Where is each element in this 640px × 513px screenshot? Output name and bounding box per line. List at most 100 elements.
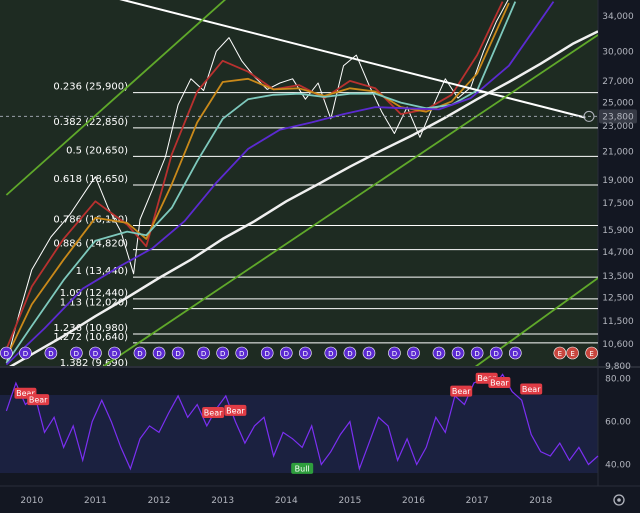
time-tick: 2010 bbox=[20, 496, 43, 506]
event-marker[interactable]: D bbox=[362, 346, 376, 360]
event-marker[interactable]: D bbox=[279, 346, 293, 360]
svg-text:Bear: Bear bbox=[226, 406, 245, 415]
price-tick: 30,000 bbox=[602, 47, 634, 57]
event-marker[interactable]: D bbox=[508, 346, 522, 360]
event-marker[interactable]: D bbox=[70, 346, 83, 360]
event-marker[interactable]: D bbox=[235, 346, 249, 360]
price-tick: 27,000 bbox=[602, 77, 634, 87]
svg-text:D: D bbox=[201, 350, 206, 358]
settings-gear-icon[interactable] bbox=[613, 494, 625, 506]
fib-label: 1 (13,440) bbox=[76, 266, 128, 277]
svg-text:D: D bbox=[284, 350, 289, 358]
svg-text:E: E bbox=[570, 350, 574, 358]
time-tick: 2018 bbox=[529, 496, 552, 506]
time-tick: 2016 bbox=[402, 496, 425, 506]
svg-text:Bear: Bear bbox=[522, 385, 541, 394]
svg-text:E: E bbox=[558, 350, 562, 358]
event-marker[interactable]: D bbox=[171, 346, 185, 360]
svg-text:D: D bbox=[366, 350, 371, 358]
price-tick: 23,000 bbox=[602, 122, 634, 132]
price-tick: 14,700 bbox=[602, 248, 634, 258]
price-tick: 9,800 bbox=[605, 362, 631, 372]
price-tick: 19,000 bbox=[602, 176, 634, 186]
price-tick: 17,500 bbox=[602, 199, 634, 209]
price-tick: 10,600 bbox=[602, 340, 634, 350]
svg-text:D: D bbox=[93, 350, 98, 358]
price-tick: 25,000 bbox=[602, 99, 634, 109]
rsi-signal[interactable]: Bear bbox=[224, 404, 247, 416]
event-marker[interactable]: D bbox=[407, 346, 420, 360]
event-marker[interactable]: D bbox=[197, 346, 210, 360]
time-tick: 2013 bbox=[211, 496, 234, 506]
fib-label: 1.272 (10,640) bbox=[53, 332, 128, 343]
event-marker[interactable]: D bbox=[152, 346, 166, 360]
rsi-signal[interactable]: Bear bbox=[450, 385, 473, 397]
svg-text:D: D bbox=[513, 350, 518, 358]
svg-text:Bear: Bear bbox=[490, 379, 509, 388]
svg-text:Bear: Bear bbox=[29, 396, 48, 405]
svg-text:E: E bbox=[589, 350, 593, 358]
fib-label: 0.886 (14,820) bbox=[53, 239, 128, 250]
price-tick: 21,000 bbox=[602, 148, 634, 158]
event-marker[interactable]: D bbox=[108, 346, 121, 360]
svg-text:D: D bbox=[411, 350, 416, 358]
time-tick: 2015 bbox=[338, 496, 361, 506]
event-marker[interactable]: D bbox=[489, 346, 503, 360]
event-marker[interactable]: D bbox=[324, 346, 338, 360]
svg-text:D: D bbox=[175, 350, 180, 358]
price-tick: 11,500 bbox=[602, 317, 634, 327]
svg-text:D: D bbox=[23, 350, 28, 358]
current-price-text: 23,800 bbox=[602, 112, 634, 122]
event-marker[interactable]: D bbox=[89, 346, 102, 360]
svg-text:D: D bbox=[137, 350, 142, 358]
rsi-tick: 60.00 bbox=[605, 418, 631, 428]
rsi-signal[interactable]: Bear bbox=[27, 394, 50, 406]
event-marker[interactable]: D bbox=[216, 346, 229, 360]
event-marker[interactable]: D bbox=[260, 346, 274, 360]
svg-text:D: D bbox=[74, 350, 79, 358]
svg-text:D: D bbox=[347, 350, 352, 358]
rsi-signal[interactable]: Bear bbox=[488, 377, 511, 389]
price-tick: 34,000 bbox=[602, 12, 634, 22]
rsi-tick: 80.00 bbox=[605, 375, 631, 385]
svg-text:D: D bbox=[303, 350, 308, 358]
price-tick: 13,500 bbox=[602, 272, 634, 282]
price-tick: 15,900 bbox=[602, 226, 634, 236]
event-marker[interactable]: D bbox=[44, 346, 58, 360]
chart[interactable]: 0.236 (25,900)0.382 (22,850)0.5 (20,650)… bbox=[0, 0, 640, 513]
svg-text:Bear: Bear bbox=[452, 387, 471, 396]
price-tick: 12,500 bbox=[602, 294, 634, 304]
rsi-signal[interactable]: Bear bbox=[202, 407, 225, 419]
event-marker[interactable]: E bbox=[553, 346, 567, 360]
event-marker[interactable]: E bbox=[566, 346, 579, 360]
svg-text:D: D bbox=[474, 350, 479, 358]
svg-text:D: D bbox=[112, 350, 117, 358]
rsi-signal[interactable]: Bear bbox=[520, 383, 543, 395]
event-marker[interactable]: D bbox=[299, 346, 312, 360]
svg-text:D: D bbox=[4, 350, 9, 358]
event-marker[interactable]: D bbox=[343, 346, 357, 360]
event-marker[interactable]: D bbox=[388, 346, 401, 360]
event-marker[interactable]: E bbox=[585, 346, 598, 360]
svg-text:D: D bbox=[455, 350, 460, 358]
svg-text:Bear: Bear bbox=[204, 409, 223, 418]
event-marker[interactable]: D bbox=[432, 346, 446, 360]
event-marker[interactable]: D bbox=[451, 346, 465, 360]
event-marker[interactable]: D bbox=[0, 346, 13, 360]
svg-text:D: D bbox=[392, 350, 397, 358]
time-tick: 2014 bbox=[275, 496, 298, 506]
svg-text:D: D bbox=[264, 350, 269, 358]
event-marker[interactable]: D bbox=[133, 346, 147, 360]
svg-text:D: D bbox=[328, 350, 333, 358]
event-marker[interactable]: D bbox=[19, 346, 32, 360]
svg-text:D: D bbox=[239, 350, 244, 358]
svg-text:D: D bbox=[156, 350, 161, 358]
time-tick: 2012 bbox=[148, 496, 171, 506]
fib-label: 0.5 (20,650) bbox=[66, 145, 128, 156]
rsi-tick: 40.00 bbox=[605, 461, 631, 471]
svg-text:D: D bbox=[494, 350, 499, 358]
rsi-signal[interactable]: Bull bbox=[291, 462, 314, 474]
event-marker[interactable]: D bbox=[470, 346, 484, 360]
svg-text:D: D bbox=[48, 350, 53, 358]
time-tick: 2017 bbox=[466, 496, 489, 506]
